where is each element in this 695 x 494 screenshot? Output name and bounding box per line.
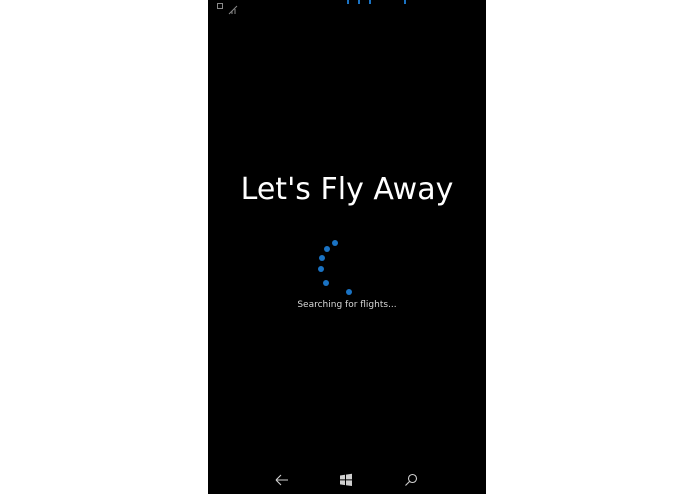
spinner-dot [318,266,324,272]
loading-spinner [208,0,486,494]
spinner-dot [323,280,329,286]
search-button[interactable] [402,471,420,489]
phone-screen: Let's Fly Away Searching for flights... [208,0,486,494]
windows-logo-icon [337,471,355,489]
search-icon [402,471,420,489]
spinner-dot [319,255,325,261]
start-button[interactable] [337,471,355,489]
back-arrow-icon [273,471,291,489]
spinner-dot [346,289,352,295]
search-status-text: Searching for flights... [297,300,397,310]
navigation-bar [208,466,486,494]
spinner-dot [324,246,330,252]
spinner-dot [332,240,338,246]
back-button[interactable] [273,471,291,489]
